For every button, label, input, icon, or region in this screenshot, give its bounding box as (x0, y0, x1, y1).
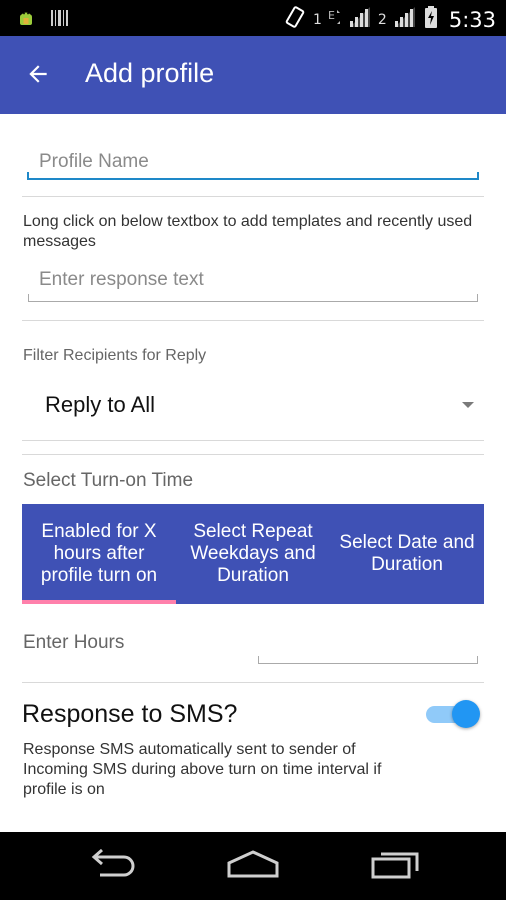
data-transfer-icon: E (328, 7, 342, 32)
profile-name-underline (27, 172, 479, 180)
tab-repeat-weekdays[interactable]: Select Repeat Weekdays and Duration (176, 504, 330, 604)
recents-nav-button[interactable] (360, 846, 430, 886)
recents-nav-icon (369, 849, 421, 884)
divider (22, 196, 484, 197)
sms-response-toggle[interactable] (424, 698, 484, 730)
tab-enabled-hours[interactable]: Enabled for X hours after profile turn o… (22, 504, 176, 604)
android-debug-icon (16, 8, 36, 33)
divider (22, 440, 484, 441)
battery-charging-icon (423, 5, 439, 34)
home-nav-icon (225, 849, 281, 884)
hours-input-underline (258, 656, 478, 664)
enter-hours-label: Enter Hours (23, 632, 125, 653)
status-bar: 1 E 2 5:33 (0, 0, 506, 36)
sim2-label: 2 (377, 11, 387, 28)
divider (22, 320, 484, 321)
turn-on-time-tabs: Enabled for X hours after profile turn o… (22, 504, 484, 604)
divider (22, 682, 484, 683)
turn-on-time-label: Select Turn-on Time (23, 470, 194, 491)
filter-selected-value: Reply to All (45, 392, 156, 417)
back-nav-button[interactable] (77, 846, 147, 886)
response-text-underline (28, 294, 478, 302)
back-nav-icon (86, 848, 138, 884)
dropdown-arrow-icon (462, 402, 474, 408)
signal-icon (393, 6, 417, 33)
switch-thumb (452, 700, 480, 728)
status-time: 5:33 (448, 7, 496, 32)
filter-recipients-dropdown[interactable]: Reply to All (22, 378, 484, 430)
signal-icon (348, 6, 372, 33)
filter-recipients-label: Filter Recipients for Reply (23, 347, 207, 364)
home-nav-button[interactable] (218, 846, 288, 886)
response-text-input[interactable] (27, 264, 478, 296)
system-nav-bar (0, 832, 506, 900)
tab-date-duration[interactable]: Select Date and Duration (330, 504, 484, 604)
sms-section-title: Response to SMS? (22, 700, 238, 728)
page-title: Add profile (85, 58, 215, 88)
response-hint: Long click on below textbox to add templ… (23, 213, 473, 250)
vibrate-icon (283, 4, 307, 35)
svg-text:E: E (328, 9, 335, 22)
back-button[interactable] (18, 56, 58, 96)
arrow-left-icon (25, 61, 51, 92)
divider (22, 454, 484, 455)
barcode-icon (50, 8, 70, 33)
app-bar: Add profile (0, 36, 506, 114)
sim1-label: 1 (312, 11, 322, 28)
add-profile-form: Long click on below textbox to add templ… (0, 114, 506, 832)
sms-description: Response SMS automatically sent to sende… (23, 741, 382, 798)
